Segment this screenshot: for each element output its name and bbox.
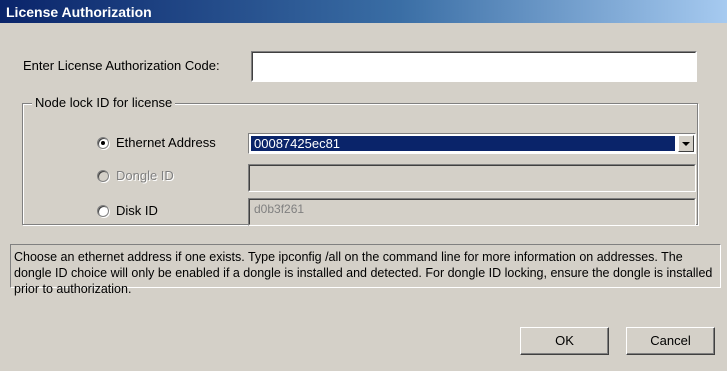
ok-button[interactable]: OK [520,327,609,355]
node-lock-group-label: Node lock ID for license [32,95,176,110]
dongle-label: Dongle ID [116,168,174,183]
disk-id-label[interactable]: Disk ID [116,203,158,218]
title-bar: License Authorization [0,0,727,23]
ethernet-address-value: 00087425ec81 [251,136,675,151]
auth-code-label: Enter License Authorization Code: [23,58,220,73]
disk-id-value: d0b3f261 [249,199,695,225]
dropdown-button[interactable] [678,135,694,152]
window-title: License Authorization [6,4,152,20]
ethernet-address-dropdown[interactable]: 00087425ec81 [248,133,696,154]
chevron-down-icon [682,142,690,146]
cancel-button[interactable]: Cancel [626,327,715,355]
ethernet-label[interactable]: Ethernet Address [116,135,216,150]
auth-code-input[interactable] [251,51,697,82]
radio-selected-dot [101,141,105,145]
dongle-radio[interactable] [97,170,109,182]
disk-id-field: d0b3f261 [248,198,696,226]
dongle-id-field [248,164,696,192]
help-text: Choose an ethernet address if one exists… [10,244,721,296]
disk-id-radio[interactable] [97,205,109,217]
ethernet-radio[interactable] [97,137,109,149]
